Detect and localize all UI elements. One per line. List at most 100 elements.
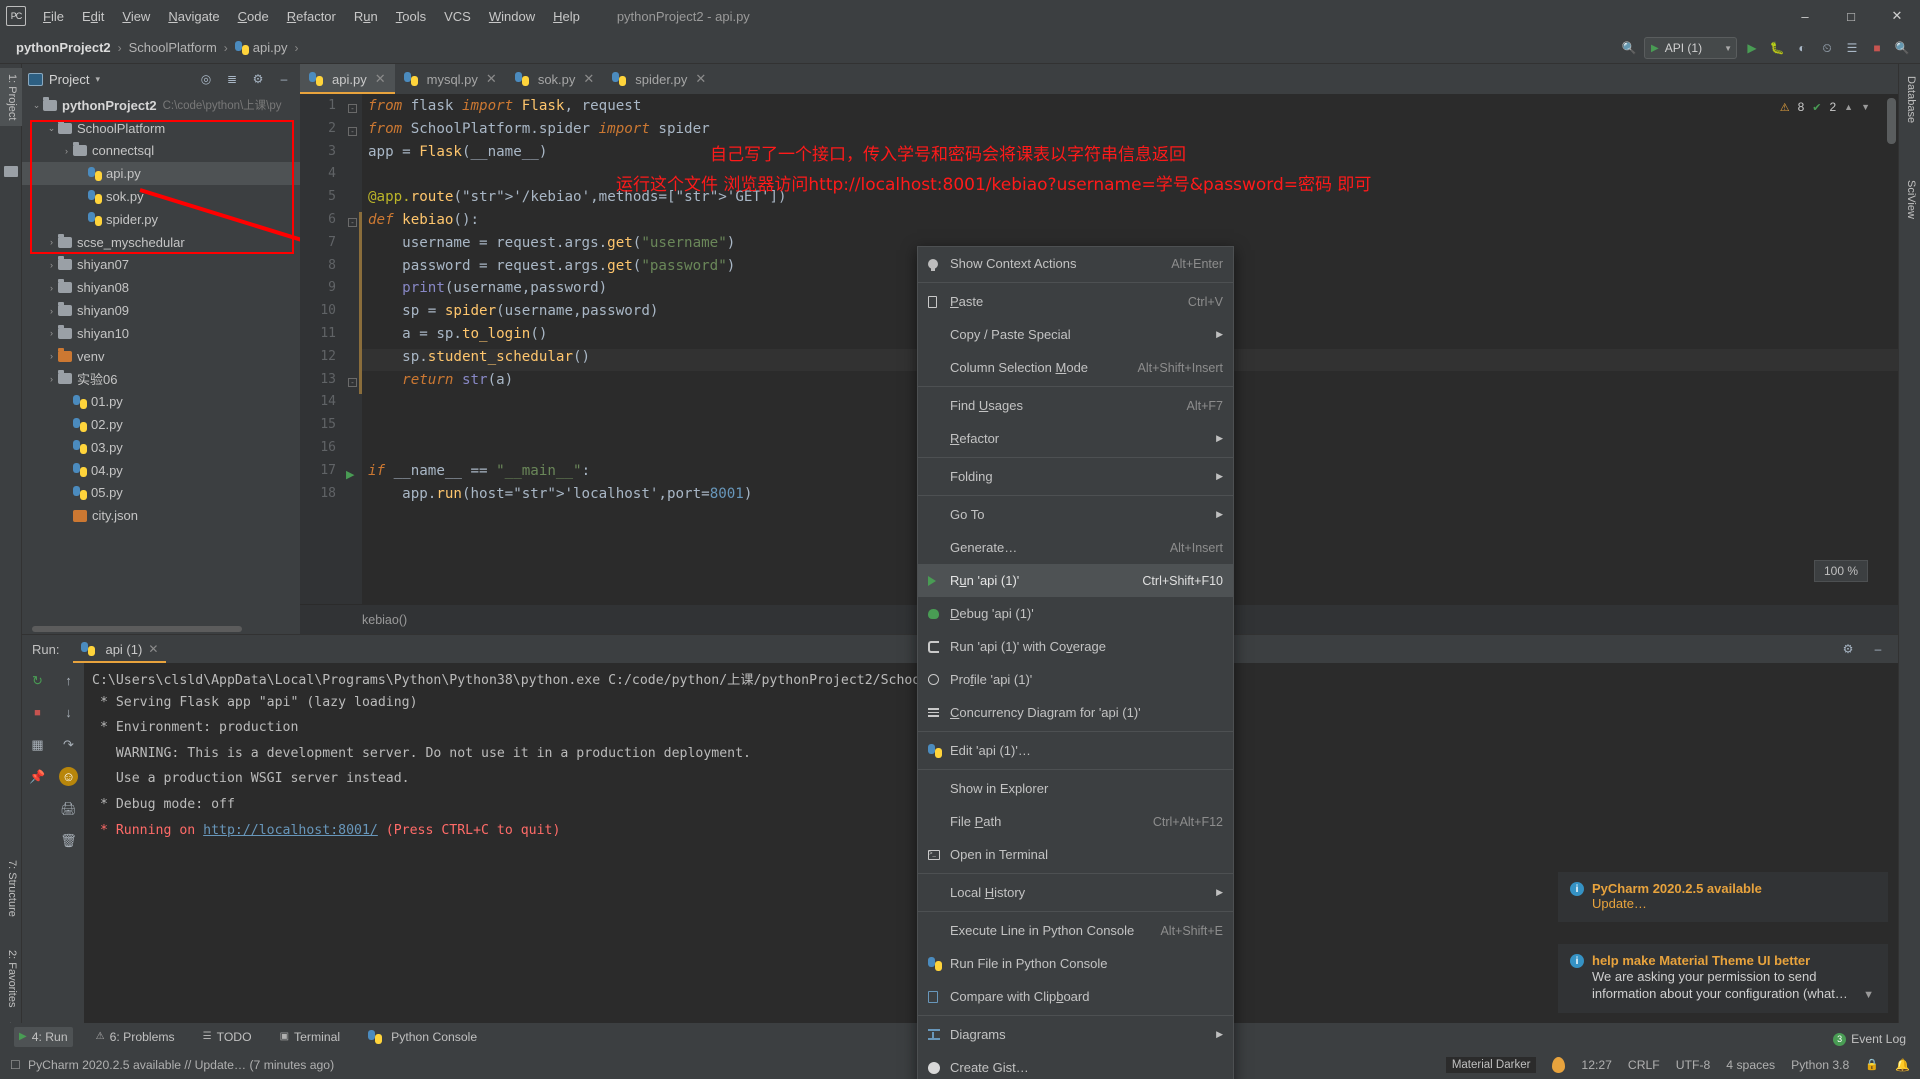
context-menu-item[interactable]: Local History ▶	[918, 876, 1233, 909]
stop-icon[interactable]: ■	[28, 703, 47, 722]
editor-tab[interactable]: api.py ✕	[300, 64, 395, 94]
code-line[interactable]: from SchoolPlatform.spider import spider	[368, 121, 710, 137]
breadcrumb-file[interactable]: api.py	[253, 40, 288, 55]
editor-tab-bar[interactable]: api.py ✕ mysql.py ✕ sok.py ✕ spider.py ✕	[300, 64, 1898, 94]
editor-scrollbar[interactable]	[1884, 94, 1898, 604]
profile-button[interactable]: ⏲	[1817, 38, 1837, 58]
context-menu-item[interactable]: Execute Line in Python Console Alt+Shift+…	[918, 914, 1233, 947]
code-fold-marker[interactable]: -	[348, 377, 357, 387]
menu-file[interactable]: FFileile	[34, 5, 73, 28]
context-menu-item[interactable]: Go To ▶	[918, 498, 1233, 531]
tree-file[interactable]: sok.py	[22, 185, 300, 208]
rerun-icon[interactable]: ↻	[28, 671, 47, 690]
code-fold-marker[interactable]: -	[348, 104, 357, 113]
tree-folder[interactable]: › connectsql	[22, 140, 300, 163]
coverage-button[interactable]: ◐	[1792, 38, 1812, 58]
print-icon[interactable]: 🖨	[59, 799, 78, 818]
hide-panel-icon[interactable]: –	[1868, 639, 1888, 659]
context-menu-item[interactable]: >_ Open in Terminal	[918, 838, 1233, 871]
soft-wrap-icon[interactable]: ↷	[59, 735, 78, 754]
tool-window-button[interactable]: ⚠ 6: Problems	[91, 1027, 180, 1047]
tool-window-button[interactable]: Python Console	[363, 1027, 482, 1047]
code-line[interactable]: print(username,password)	[368, 280, 607, 296]
tree-expand-arrow[interactable]: ›	[45, 237, 58, 247]
trash-icon[interactable]: 🗑	[59, 831, 78, 850]
context-menu-item[interactable]: Diagrams ▶	[918, 1018, 1233, 1051]
close-icon[interactable]: ✕	[583, 71, 594, 87]
tree-file[interactable]: 01.py	[22, 390, 300, 413]
code-line[interactable]: def kebiao():	[368, 212, 479, 228]
tree-expand-arrow[interactable]: ›	[45, 351, 58, 361]
context-menu-item[interactable]: Generate… Alt+Insert	[918, 531, 1233, 564]
tree-folder[interactable]: ⌄ SchoolPlatform	[22, 117, 300, 140]
chevron-down-icon[interactable]: ▼	[1863, 989, 1874, 1001]
sidebar-item-sciview[interactable]: SciView	[1899, 174, 1920, 225]
tree-file[interactable]: city.json	[22, 504, 300, 527]
tree-file[interactable]: 03.py	[22, 436, 300, 459]
pin-icon[interactable]: 📌	[28, 767, 47, 786]
menu-navigate[interactable]: Navigate	[159, 5, 228, 28]
smiley-icon[interactable]: ☺	[59, 767, 78, 786]
tree-folder[interactable]: › shiyan09	[22, 299, 300, 322]
tree-file[interactable]: 02.py	[22, 413, 300, 436]
python-interpreter[interactable]: Python 3.8	[1791, 1058, 1849, 1072]
context-menu-item[interactable]: Run 'api (1)' Ctrl+Shift+F10	[918, 564, 1233, 597]
tree-expand-arrow[interactable]: ⌄	[30, 100, 43, 111]
context-menu-item[interactable]: Column Selection Mode Alt+Shift+Insert	[918, 351, 1233, 384]
sidebar-item-project[interactable]: 1: Project	[0, 68, 22, 127]
debug-button[interactable]: 🐛	[1767, 38, 1787, 58]
context-menu-item[interactable]: Create Gist…	[918, 1051, 1233, 1079]
tree-file[interactable]: spider.py	[22, 208, 300, 231]
sidebar-item-database[interactable]: Database	[1899, 70, 1920, 129]
scroll-down-icon[interactable]: ↓	[59, 703, 78, 722]
menu-window[interactable]: Window	[480, 5, 544, 28]
maximize-button[interactable]: □	[1828, 0, 1874, 32]
tree-expand-arrow[interactable]: ›	[45, 374, 58, 384]
tree-folder[interactable]: › scse_myschedular	[22, 231, 300, 254]
console-link[interactable]: http://localhost:8001/	[203, 823, 378, 838]
breadcrumb-project[interactable]: pythonProject2	[16, 40, 111, 55]
close-icon[interactable]: ✕	[375, 71, 386, 87]
inspection-widget[interactable]: ⚠ 8 ✔ 2 ▲ ▼	[1780, 100, 1870, 114]
project-files-icon[interactable]	[4, 166, 18, 177]
stop-button[interactable]: ■	[1867, 38, 1887, 58]
context-menu-item[interactable]: Compare with Clipboard	[918, 980, 1233, 1013]
project-tree[interactable]: ⌄ pythonProject2 C:\code\python\上课\py ⌄ Scho…	[22, 94, 300, 622]
layout-icon[interactable]: ▦	[28, 735, 47, 754]
tree-expand-arrow[interactable]: ›	[45, 306, 58, 316]
run-button[interactable]: ▶	[1742, 38, 1762, 58]
locate-file-icon[interactable]: ◎	[196, 69, 216, 89]
lock-icon[interactable]: 🔒	[1865, 1058, 1879, 1071]
code-line[interactable]: from flask import Flask, request	[368, 98, 641, 114]
code-line[interactable]: a = sp.to_login()	[368, 326, 547, 342]
notification-update[interactable]: i PyCharm 2020.2.5 available Update…	[1558, 872, 1888, 922]
tree-expand-arrow[interactable]: ⌄	[45, 123, 58, 134]
tree-expand-arrow[interactable]: ›	[45, 328, 58, 338]
menu-edit[interactable]: Edit	[73, 5, 113, 28]
context-menu-item[interactable]: Run 'api (1)' with Coverage	[918, 630, 1233, 663]
editor-tab[interactable]: spider.py ✕	[603, 64, 715, 94]
tree-folder[interactable]: › shiyan08	[22, 276, 300, 299]
context-menu-item[interactable]: Run File in Python Console	[918, 947, 1233, 980]
tree-folder[interactable]: › shiyan07	[22, 254, 300, 277]
context-menu-item[interactable]: Show Context Actions Alt+Enter	[918, 247, 1233, 280]
line-separator[interactable]: CRLF	[1628, 1058, 1660, 1072]
tool-window-button[interactable]: ▶ 4: Run	[14, 1026, 73, 1047]
context-menu-item[interactable]: File Path Ctrl+Alt+F12	[918, 805, 1233, 838]
project-horizontal-scrollbar[interactable]	[32, 626, 242, 632]
minimize-button[interactable]: –	[1782, 0, 1828, 32]
sidebar-item-structure[interactable]: 7: Structure	[0, 854, 22, 923]
editor-tab[interactable]: mysql.py ✕	[395, 64, 506, 94]
tree-file[interactable]: api.py	[22, 162, 300, 186]
close-icon[interactable]: ✕	[148, 642, 158, 656]
tree-file[interactable]: 04.py	[22, 459, 300, 482]
context-menu-item[interactable]: Debug 'api (1)'	[918, 597, 1233, 630]
code-line[interactable]: sp = spider(username,password)	[368, 303, 658, 319]
code-line[interactable]: if __name__ == "__main__":	[368, 463, 590, 479]
code-line[interactable]: username = request.args.get("username")	[368, 235, 735, 251]
event-log-button[interactable]: 3 Event Log	[1833, 1032, 1906, 1046]
menu-view[interactable]: View	[113, 5, 159, 28]
code-line[interactable]: sp.student_schedular()	[368, 349, 590, 365]
settings-gear-icon[interactable]: ⚙	[1838, 639, 1858, 659]
run-tab-api[interactable]: api (1) ✕	[73, 635, 167, 663]
